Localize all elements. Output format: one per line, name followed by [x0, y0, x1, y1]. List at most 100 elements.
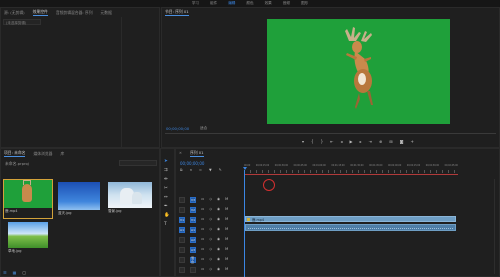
sync-icon[interactable]: ◇ [209, 267, 212, 272]
workspace-tab[interactable]: 组件 [210, 1, 217, 6]
track-target[interactable] [190, 267, 196, 273]
timeline-vertical-scroll[interactable] [494, 179, 498, 274]
pen-tool-icon[interactable]: ✒ [164, 204, 170, 209]
source-patch[interactable] [179, 207, 185, 213]
workspace-tab[interactable]: 音频 [283, 1, 290, 6]
source-panel-tab[interactable]: 音频剪辑混合器: 序列 [56, 10, 93, 16]
source-panel-tab[interactable]: 源: (无剪辑) [4, 10, 25, 16]
track-select-tool-icon[interactable]: ⇉ [164, 168, 170, 173]
workspace-tab[interactable]: 编辑 [228, 1, 235, 6]
track-target[interactable]: A3 [190, 247, 196, 253]
close-icon[interactable]: ✕ [179, 151, 182, 156]
sync-icon[interactable]: ◇ [209, 227, 212, 232]
track-target[interactable]: A1 [190, 227, 196, 233]
timeline-ruler[interactable]: 00;00 00;00;15;00 00;00;30;00 00;00;45;00 00… [244, 159, 458, 179]
work-area-bar[interactable] [244, 174, 458, 175]
source-patch[interactable] [179, 237, 185, 243]
slip-tool-icon[interactable]: ↔ [164, 195, 170, 200]
source-patch[interactable]: V1 [179, 217, 185, 223]
source-patch[interactable] [179, 197, 185, 203]
eye-icon[interactable]: ◉ [217, 217, 220, 222]
hand-tool-icon[interactable]: ✋ [164, 213, 170, 218]
track-target[interactable]: V1 [190, 217, 196, 223]
lock-icon[interactable]: ▭ [201, 247, 204, 252]
track-target[interactable]: V2 [190, 207, 196, 213]
mute-icon[interactable]: M [225, 237, 228, 242]
sync-icon[interactable]: ◇ [209, 257, 212, 262]
source-panel-tab[interactable]: 元数据 [101, 10, 112, 16]
mute-icon[interactable]: M [225, 207, 228, 212]
eye-icon[interactable]: ◉ [217, 237, 220, 242]
timeline-timecode[interactable]: 00;00;00;00 [180, 161, 204, 166]
track-target[interactable]: 混合 [190, 256, 196, 264]
project-panel-tab[interactable]: 项目: 未命名 [4, 150, 26, 157]
track-target[interactable]: V3 [190, 197, 196, 203]
source-panel-tab[interactable]: 效果控件 [32, 9, 48, 16]
mute-icon[interactable]: M [225, 217, 228, 222]
lock-icon[interactable]: ▭ [201, 207, 204, 212]
eye-icon[interactable]: ◉ [217, 247, 220, 252]
mute-icon[interactable]: M [225, 267, 228, 272]
nest-icon[interactable]: ⧉ [180, 168, 183, 173]
icon-view-icon[interactable]: ▦ [13, 270, 17, 275]
program-monitor-title[interactable]: 节目: 序列 01 [165, 9, 189, 16]
lock-icon[interactable]: ▭ [201, 227, 204, 232]
eye-icon[interactable]: ◉ [217, 227, 220, 232]
mute-icon[interactable]: M [225, 197, 228, 202]
workspace-tab[interactable]: 学习 [192, 1, 199, 6]
project-item-field[interactable]: 草地.jpg [8, 222, 48, 253]
video-clip[interactable]: 鹿.mp4 [245, 216, 456, 222]
source-patch[interactable] [179, 257, 185, 263]
snap-icon[interactable]: ∩ [190, 168, 193, 173]
track-target[interactable]: A2 [190, 237, 196, 243]
project-search-input[interactable] [119, 160, 157, 166]
sync-icon[interactable]: ◇ [209, 217, 212, 222]
step-back-icon[interactable]: ◂ [340, 139, 342, 144]
camera-icon[interactable]: ◙ [400, 139, 404, 144]
lock-icon[interactable]: ▭ [201, 217, 204, 222]
sync-icon[interactable]: ◇ [209, 197, 212, 202]
workspace-tab[interactable]: 颜色 [246, 1, 253, 6]
lock-icon[interactable]: ▭ [201, 237, 204, 242]
sequence-tab[interactable]: 序列 01 [189, 150, 204, 157]
step-forward-icon[interactable]: ▸ [360, 139, 362, 144]
mark-out-icon[interactable]: } [321, 139, 324, 144]
workspace-tab[interactable]: 图形 [301, 1, 308, 6]
wrench-icon[interactable]: ✎ [219, 168, 222, 173]
program-scrub-bar[interactable] [165, 133, 496, 135]
freeform-view-icon[interactable]: ▢ [22, 270, 26, 275]
ripple-edit-tool-icon[interactable]: ⇹ [164, 177, 170, 182]
source-patch[interactable] [179, 267, 185, 273]
razor-tool-icon[interactable]: ✂ [164, 186, 170, 191]
eye-icon[interactable]: ◉ [217, 257, 220, 262]
list-view-icon[interactable]: ☰ [3, 270, 7, 275]
button-editor-icon[interactable]: + [411, 139, 414, 144]
mute-icon[interactable]: M [225, 257, 228, 262]
mute-icon[interactable]: M [225, 247, 228, 252]
mute-icon[interactable]: M [225, 227, 228, 232]
audio-clip[interactable] [245, 224, 456, 231]
project-panel-tab[interactable]: 库 [60, 151, 64, 157]
source-patch[interactable] [179, 247, 185, 253]
lock-icon[interactable]: ▭ [201, 267, 204, 272]
add-marker-icon[interactable]: ▼ [209, 168, 212, 173]
project-item-sky[interactable]: 蓝天.jpg [58, 182, 100, 215]
mark-in-icon[interactable]: { [311, 139, 314, 144]
sync-icon[interactable]: ◇ [209, 207, 212, 212]
sync-icon[interactable]: ◇ [209, 247, 212, 252]
lock-icon[interactable]: ▭ [201, 197, 204, 202]
fit-dropdown[interactable]: 适合 [200, 126, 207, 131]
go-to-in-icon[interactable]: ⇤ [330, 139, 333, 144]
project-panel-tab[interactable]: 媒体浏览器 [33, 151, 52, 157]
lock-icon[interactable]: ▭ [201, 257, 204, 262]
linked-selection-icon[interactable]: ⊂ [199, 168, 202, 173]
workspace-tab[interactable]: 效果 [265, 1, 272, 6]
program-timecode[interactable]: 00;00;00;00 [166, 126, 189, 131]
project-item-deer[interactable]: 鹿.mp4 [3, 179, 53, 219]
source-patch[interactable]: A1 [179, 227, 185, 233]
eye-icon[interactable]: ◉ [217, 207, 220, 212]
sync-icon[interactable]: ◇ [209, 237, 212, 242]
play-icon[interactable]: ▶ [349, 139, 352, 144]
clip-dropdown[interactable]: (未选择剪辑) [3, 19, 41, 25]
add-marker-icon[interactable]: ▾ [302, 139, 304, 144]
